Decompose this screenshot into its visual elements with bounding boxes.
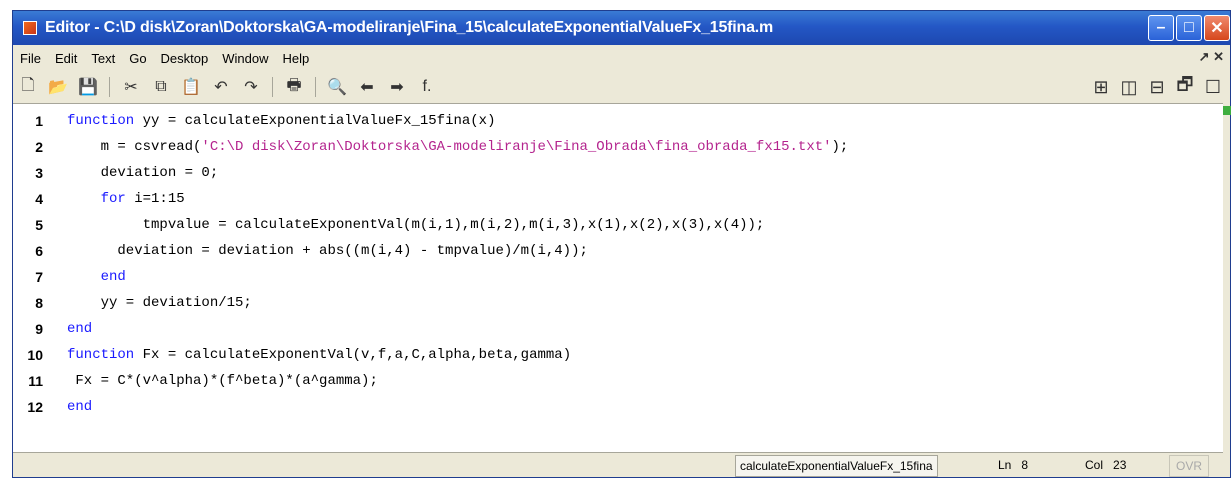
function-icon[interactable]: f. — [416, 77, 438, 97]
line-number: 3 — [35, 165, 43, 181]
minimize-button[interactable]: – — [1148, 15, 1174, 41]
editor-window: Editor - C:\D disk\Zoran\Doktorska\GA-mo… — [12, 10, 1231, 478]
code-text: m = csvread('C:\D disk\Zoran\Doktorska\G… — [67, 134, 849, 160]
new-file-icon[interactable]: 🗋 — [17, 77, 39, 97]
menu-window[interactable]: Window — [215, 51, 275, 66]
code-string: 'C:\D disk\Zoran\Doktorska\GA-modeliranj… — [201, 139, 832, 155]
minimize-icon: – — [1156, 19, 1166, 36]
code-token: deviation = deviation + abs((m(i,4) - tm… — [67, 243, 588, 259]
menu-file[interactable]: File — [13, 51, 48, 66]
line-number: 12 — [27, 399, 43, 415]
code-text: function yy = calculateExponentialValueF… — [67, 108, 495, 134]
copy-icon[interactable]: ⧉ — [150, 77, 172, 97]
code-text: end — [67, 394, 92, 420]
redo-icon[interactable]: ↷ — [240, 77, 262, 97]
code-text: yy = deviation/15; — [67, 290, 252, 316]
code-analyzer-indicator[interactable] — [1223, 106, 1231, 115]
code-token: m = csvread( — [67, 139, 202, 155]
code-token: yy = deviation/15; — [67, 295, 252, 311]
back-icon[interactable]: ⬅ — [356, 77, 378, 97]
status-column: Col 23 — [1085, 455, 1126, 475]
menu-edit[interactable]: Edit — [48, 51, 84, 66]
close-icon: ✕ — [1210, 20, 1224, 37]
code-keyword: for — [100, 191, 126, 207]
layout-controls: ⊞ ◫ ⊟ 🗗 ☐ — [1090, 74, 1224, 97]
menu-text[interactable]: Text — [84, 51, 122, 66]
window-controls: – □ ✕ — [1148, 15, 1230, 41]
cut-icon[interactable]: ✂ — [120, 77, 142, 97]
status-line: Ln 8 — [998, 455, 1028, 475]
status-overwrite: OVR — [1169, 455, 1210, 477]
code-keyword: end — [100, 269, 126, 285]
undock-close-icon[interactable]: ↗ ✕ — [1199, 49, 1224, 65]
line-number: 5 — [35, 217, 43, 233]
matlab-editor-icon — [23, 21, 37, 35]
tile-layout-icon[interactable]: ⊞ — [1090, 77, 1112, 97]
maximize-icon: □ — [1184, 19, 1194, 36]
code-editor[interactable]: 1 function yy = calculateExponentialValue… — [13, 103, 1231, 453]
code-text: end — [67, 264, 126, 290]
window-title: Editor - C:\D disk\Zoran\Doktorska\GA-mo… — [45, 19, 774, 36]
maximize-button[interactable]: □ — [1176, 15, 1202, 41]
float-layout-icon[interactable]: 🗗 — [1174, 74, 1196, 97]
toolbar-separator — [109, 77, 110, 97]
code-text: Fx = C*(v^alpha)*(f^beta)*(a^gamma); — [67, 368, 378, 394]
open-file-icon[interactable]: 📂 — [47, 77, 69, 97]
code-text: deviation = deviation + abs((m(i,4) - tm… — [67, 238, 588, 264]
print-icon[interactable]: 🖶 — [283, 77, 305, 97]
code-token: Fx = calculateExponentVal(v,f,a,C,alpha,… — [134, 347, 572, 363]
line-number: 11 — [28, 373, 43, 389]
line-number: 7 — [35, 269, 43, 285]
line-number: 8 — [35, 295, 43, 311]
code-token: Fx = C*(v^alpha)*(f^beta)*(a^gamma); — [67, 373, 378, 389]
line-number: 9 — [35, 321, 43, 337]
close-button[interactable]: ✕ — [1204, 15, 1230, 41]
code-text: for i=1:15 — [67, 186, 185, 212]
title-bar[interactable]: Editor - C:\D disk\Zoran\Doktorska\GA-mo… — [13, 11, 1230, 45]
status-line-value: 8 — [1021, 458, 1029, 472]
rows-layout-icon[interactable]: ⊟ — [1146, 77, 1168, 97]
toolbar-separator — [272, 77, 273, 97]
menu-go[interactable]: Go — [122, 51, 153, 66]
maximize-layout-icon[interactable]: ☐ — [1202, 77, 1224, 97]
status-column-label: Col — [1085, 458, 1104, 472]
code-keyword: end — [67, 399, 93, 415]
find-icon[interactable]: 🔍 — [326, 77, 348, 97]
line-number: 10 — [27, 347, 43, 363]
code-token: i=1:15 — [125, 191, 185, 207]
status-function-name: calculateExponentialValueFx_15fina — [735, 455, 938, 477]
code-keyword: end — [67, 321, 93, 337]
code-text: tmpvalue = calculateExponentVal(m(i,1),m… — [67, 212, 765, 238]
menu-bar: File Edit Text Go Desktop Window Help ↗ … — [13, 45, 1230, 71]
toolbar: 🗋 📂 💾 ✂ ⧉ 📋 ↶ ↷ 🖶 🔍 ⬅ ➡ f. ⊞ ◫ ⊟ 🗗 ☐ — [13, 71, 1230, 103]
code-keyword: function — [67, 347, 135, 363]
status-bar: calculateExponentialValueFx_15fina Ln 8 … — [13, 451, 1230, 479]
menu-desktop[interactable]: Desktop — [154, 51, 216, 66]
paste-icon[interactable]: 📋 — [180, 77, 202, 97]
code-keyword: function — [67, 113, 135, 129]
code-token: tmpvalue = calculateExponentVal(m(i,1),m… — [67, 217, 765, 233]
line-number: 2 — [35, 139, 43, 155]
toolbar-separator — [315, 77, 316, 97]
forward-icon[interactable]: ➡ — [386, 77, 408, 97]
line-number: 4 — [35, 191, 43, 207]
code-text: function Fx = calculateExponentVal(v,f,a… — [67, 342, 571, 368]
code-text: deviation = 0; — [67, 160, 219, 186]
columns-layout-icon[interactable]: ◫ — [1118, 77, 1140, 97]
line-number: 6 — [35, 243, 43, 259]
menu-help[interactable]: Help — [276, 51, 317, 66]
status-column-value: 23 — [1113, 458, 1127, 472]
code-text: end — [67, 316, 92, 342]
save-icon[interactable]: 💾 — [77, 77, 99, 97]
code-token: deviation = 0; — [67, 165, 219, 181]
code-token: yy = calculateExponentialValueFx_15fina(… — [134, 113, 496, 129]
status-line-label: Ln — [998, 458, 1012, 472]
code-token: ); — [831, 139, 849, 155]
line-number: 1 — [35, 113, 43, 129]
undo-icon[interactable]: ↶ — [210, 77, 232, 97]
